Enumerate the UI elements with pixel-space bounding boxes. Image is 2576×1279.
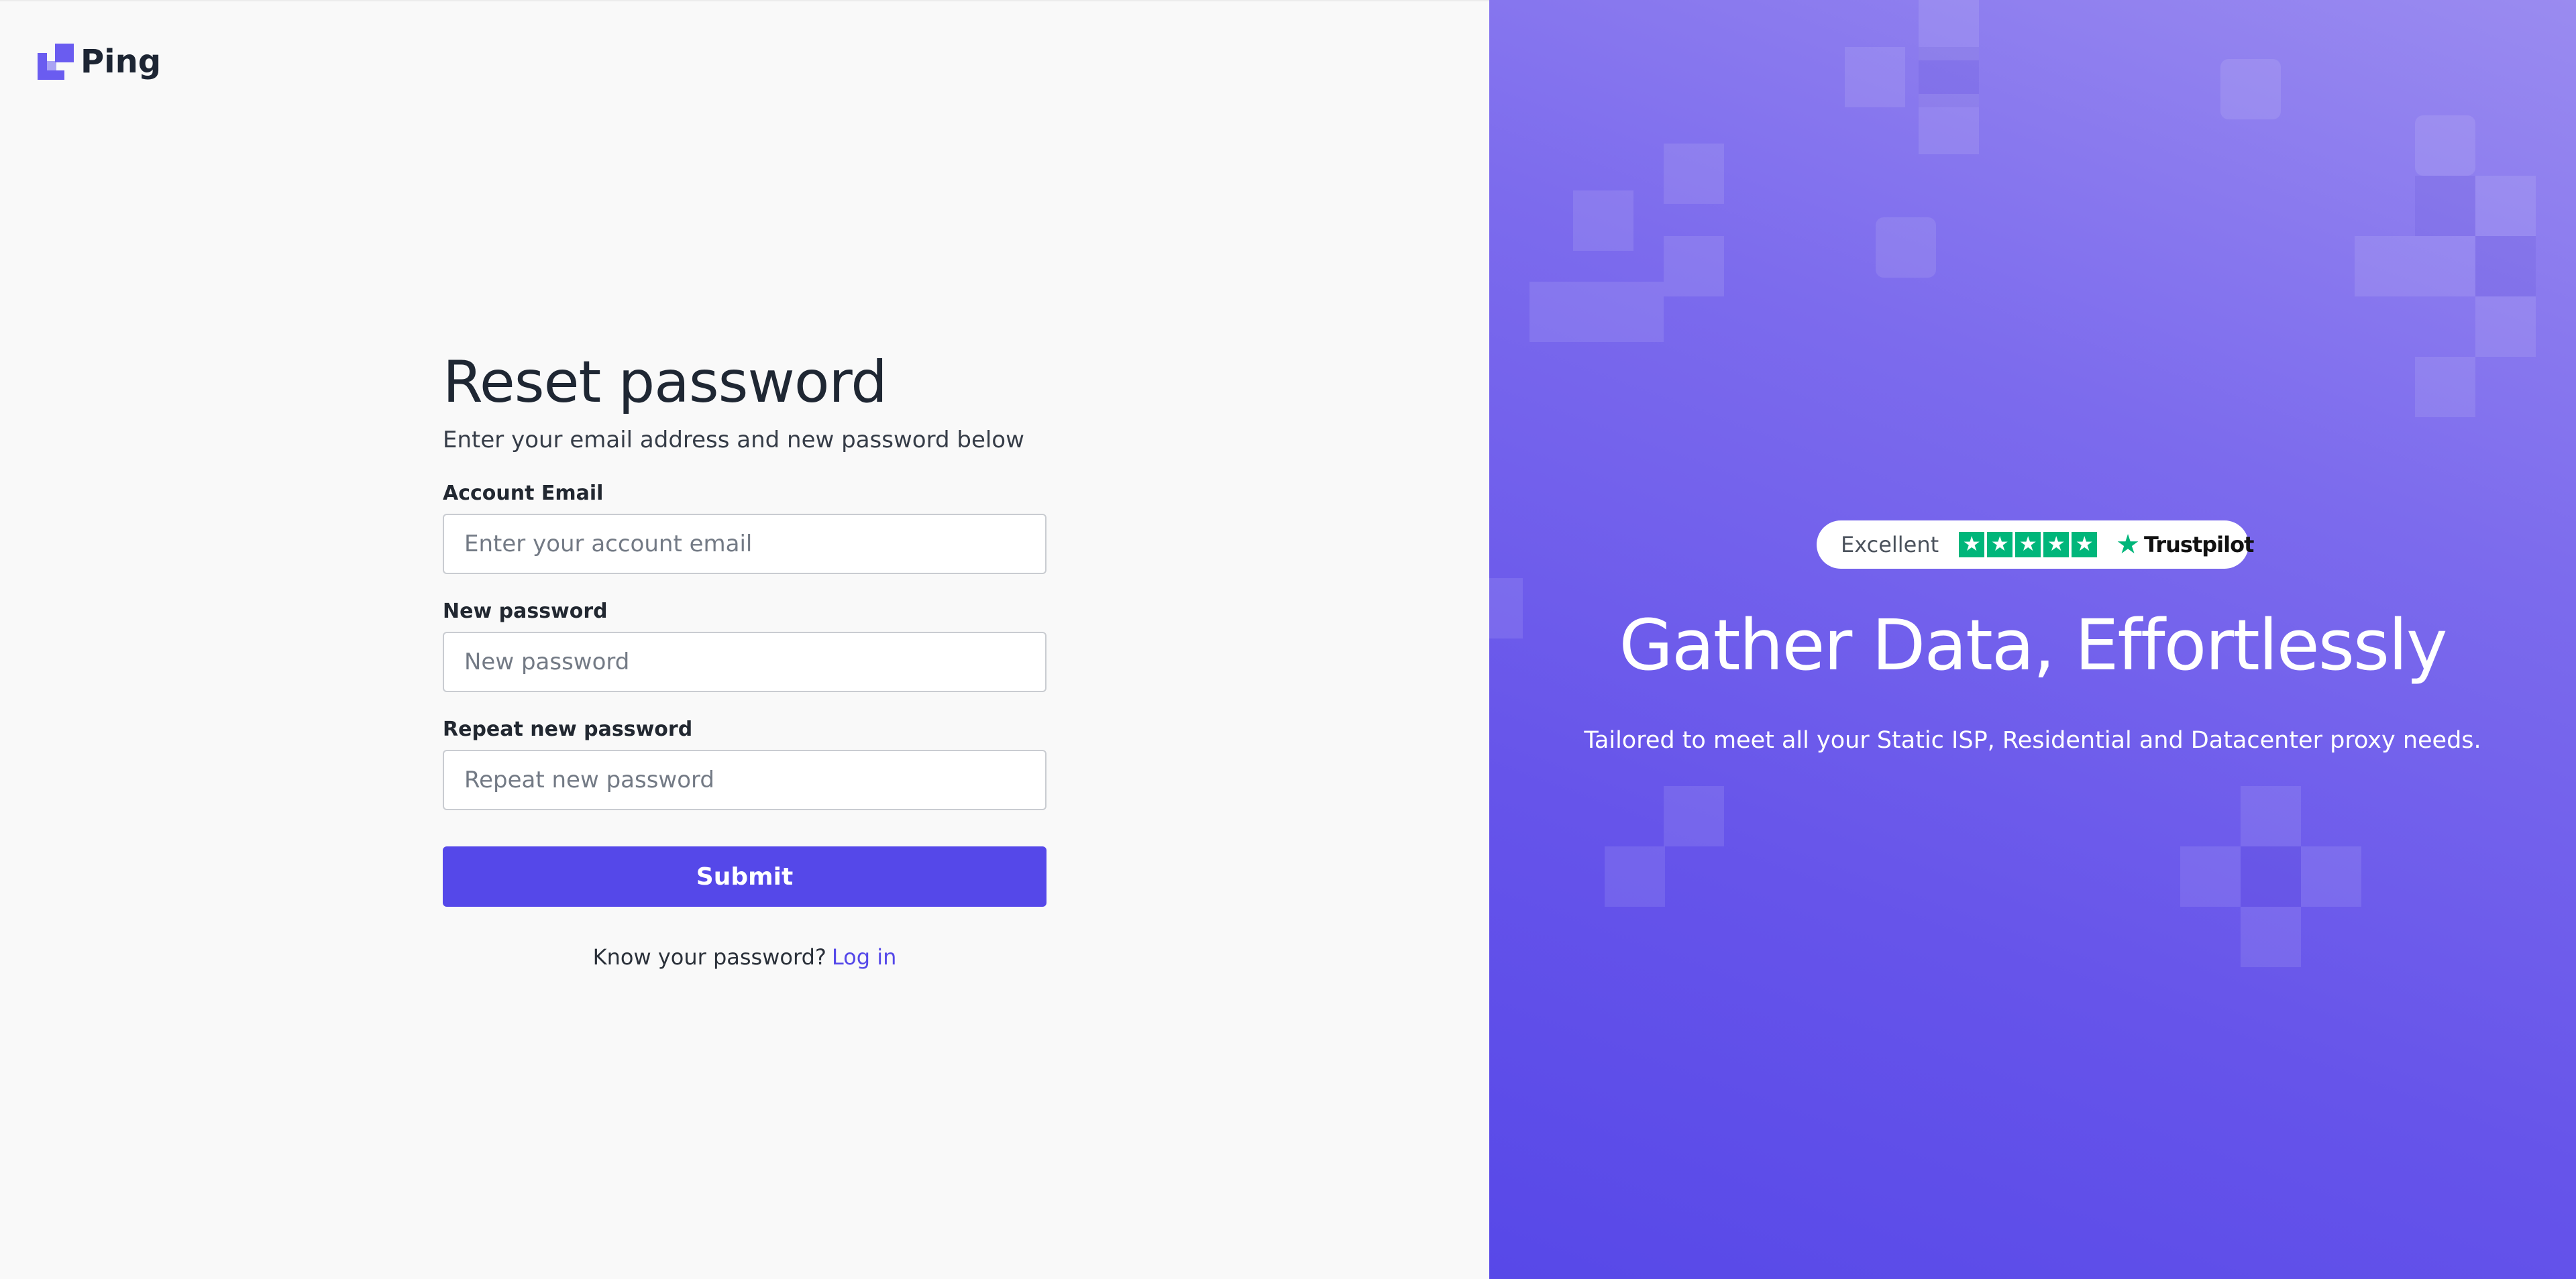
trustpilot-rating-badge[interactable]: Excellent ★ ★ ★ ★ ★ ★ Trustpilot: [1817, 520, 2254, 569]
login-prompt-text: Know your password?: [592, 944, 826, 970]
rating-label: Excellent: [1841, 532, 1939, 557]
new-password-input[interactable]: [443, 632, 1046, 692]
promo-headline: Gather Data, Effortlessly: [1619, 604, 2447, 686]
page-subtitle: Enter your email address and new passwor…: [443, 427, 1024, 453]
page-title: Reset password: [443, 349, 888, 416]
login-link[interactable]: Log in: [832, 944, 897, 970]
star-icon: ★: [1959, 532, 1985, 557]
brand-name: Ping: [80, 43, 162, 80]
repeat-password-input[interactable]: [443, 750, 1046, 810]
star-icon: ★: [2072, 532, 2098, 557]
repeat-password-label: Repeat new password: [443, 718, 693, 741]
brand-logo[interactable]: Ping: [38, 43, 161, 80]
trustpilot-logo: ★ Trustpilot: [2116, 529, 2254, 560]
star-icon: ★: [1987, 532, 2013, 557]
email-label: Account Email: [443, 482, 604, 505]
email-input[interactable]: [443, 514, 1046, 574]
ping-logo-icon: [38, 44, 74, 80]
star-icon: ★: [2015, 532, 2041, 557]
login-prompt-line: Know your password? Log in: [443, 944, 1046, 970]
reset-password-panel: Ping Reset password Enter your email add…: [0, 0, 1489, 1279]
rating-stars: ★ ★ ★ ★ ★: [1959, 532, 2098, 557]
promo-panel: Excellent ★ ★ ★ ★ ★ ★ Trustpilot Gather …: [1489, 0, 2576, 1279]
reset-password-form: Reset password Enter your email address …: [443, 349, 1046, 970]
new-password-label: New password: [443, 600, 608, 623]
trustpilot-name: Trustpilot: [2144, 532, 2254, 557]
trustpilot-star-icon: ★: [2116, 529, 2141, 560]
submit-button[interactable]: Submit: [443, 846, 1046, 907]
promo-tagline: Tailored to meet all your Static ISP, Re…: [1584, 727, 2481, 754]
star-icon: ★: [2043, 532, 2070, 557]
page: Ping Reset password Enter your email add…: [0, 0, 2576, 1279]
